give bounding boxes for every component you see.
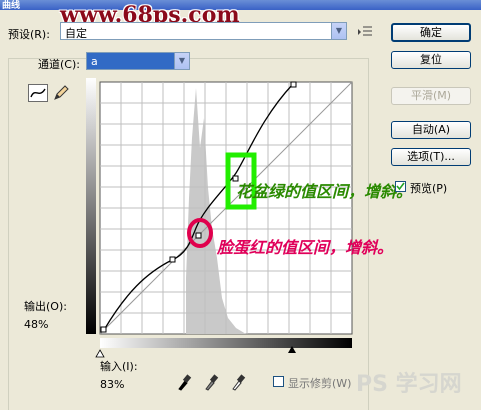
input-value: 83% xyxy=(100,378,125,391)
red-annotation-text: 脸蛋红的值区间，增斜。 xyxy=(217,238,394,257)
gray-eyedropper-icon[interactable] xyxy=(203,373,219,391)
preset-menu-icon[interactable] xyxy=(357,25,373,37)
input-label: 输入(I): xyxy=(100,360,138,373)
options-button[interactable]: 选项(T)... xyxy=(391,148,471,166)
curve-tool-icon[interactable] xyxy=(28,84,48,102)
reset-button[interactable]: 复位 xyxy=(391,51,471,69)
show-clipping-label: 显示修剪(W) xyxy=(288,377,352,390)
white-point-slider[interactable] xyxy=(95,349,105,358)
preset-label: 预设(R): xyxy=(8,28,50,41)
preview-label: 预览(P) xyxy=(410,182,448,195)
ok-button[interactable]: 确定 xyxy=(391,23,471,42)
channel-select[interactable]: a ▼ xyxy=(86,52,190,70)
channel-value: a xyxy=(91,55,98,68)
black-eyedropper-icon[interactable] xyxy=(176,373,192,391)
chevron-down-icon: ▼ xyxy=(331,23,346,39)
show-clipping-checkbox[interactable] xyxy=(273,376,284,387)
chevron-down-icon: ▼ xyxy=(174,53,189,69)
preset-select[interactable]: 自定 ▼ xyxy=(60,22,347,40)
output-label: 输出(O): xyxy=(24,300,67,313)
output-gradient-bar xyxy=(86,78,96,334)
preset-value: 自定 xyxy=(65,27,87,40)
output-value: 48% xyxy=(24,318,49,331)
checkmark-icon xyxy=(396,182,405,191)
input-gradient-bar xyxy=(100,338,352,348)
smooth-button[interactable]: 平滑(M) xyxy=(391,87,471,105)
curves-graph[interactable] xyxy=(86,78,362,363)
bottom-watermark: PS 学习网 xyxy=(356,372,462,397)
channel-label: 通道(C): xyxy=(38,58,80,71)
window-title: 曲线 xyxy=(2,1,21,11)
pencil-icon[interactable] xyxy=(52,84,70,102)
green-annotation-text: 花盆绿的值区间，增斜。 xyxy=(236,182,413,201)
white-eyedropper-icon[interactable] xyxy=(230,373,246,391)
auto-button[interactable]: 自动(A) xyxy=(391,121,471,139)
preview-checkbox[interactable] xyxy=(395,181,406,192)
